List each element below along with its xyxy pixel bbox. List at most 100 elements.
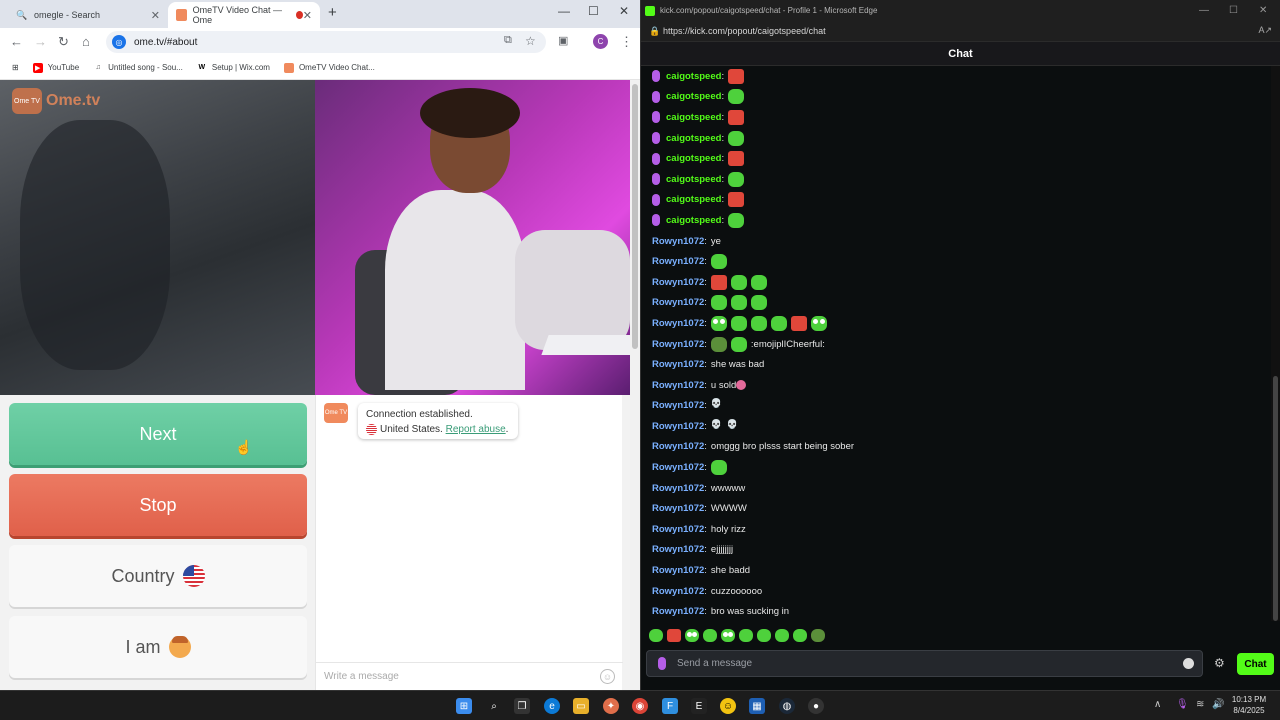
green-emote-icon[interactable] (649, 629, 663, 642)
bookmark-soundcloud[interactable]: ♫ Untitled song - Sou... (93, 63, 183, 73)
close-tab-icon[interactable]: ✕ (151, 9, 160, 22)
install-app-icon[interactable]: ⧉ (504, 34, 512, 47)
bookmark-youtube[interactable]: ▶ YouTube (32, 62, 79, 73)
bookmark-wix[interactable]: W Setup | Wix.com (197, 63, 270, 73)
chat-username[interactable]: Rowyn1072 (652, 565, 704, 576)
frog-emote-icon[interactable] (811, 629, 825, 642)
green-emote-icon[interactable] (739, 629, 753, 642)
minimize-icon[interactable]: — (1199, 5, 1209, 16)
chat-username[interactable]: Rowyn1072 (652, 318, 704, 329)
home-icon[interactable]: ⌂ (82, 34, 90, 49)
chat-username[interactable]: caigotspeed (666, 71, 721, 82)
chat-username[interactable]: caigotspeed (666, 153, 721, 164)
close-tab-icon[interactable]: ✕ (303, 9, 312, 22)
page-scrollbar[interactable] (630, 80, 640, 690)
smiley-icon[interactable]: ☺ (600, 669, 615, 684)
chat-username[interactable]: Rowyn1072 (652, 339, 704, 350)
next-button[interactable]: Next ☝ (9, 403, 307, 465)
chat-username[interactable]: Rowyn1072 (652, 236, 704, 247)
chat-send-button[interactable]: Chat (1237, 653, 1274, 675)
chat-username[interactable]: Rowyn1072 (652, 606, 704, 617)
chat-username[interactable]: caigotspeed (666, 215, 721, 226)
tab-ometv[interactable]: OmeTV Video Chat — Ome ✕ (168, 2, 320, 28)
epic-games-icon[interactable]: E (691, 698, 707, 714)
chat-username[interactable]: Rowyn1072 (652, 256, 704, 267)
address-bar[interactable]: ◎ ome.tv/#about (106, 31, 546, 53)
stop-button[interactable]: Stop (9, 474, 307, 536)
profile-avatar[interactable]: C (593, 34, 608, 49)
chat-username[interactable]: caigotspeed (666, 174, 721, 185)
scroll-thumb[interactable] (632, 84, 638, 349)
bookmark-star-icon[interactable]: ☆ (525, 34, 536, 48)
obs-icon[interactable]: ● (808, 698, 824, 714)
maximize-icon[interactable]: ☐ (588, 4, 599, 18)
emoji-picker-icon[interactable] (1183, 658, 1194, 669)
minimize-icon[interactable]: — (558, 4, 570, 18)
report-abuse-link[interactable]: Report abuse (446, 424, 506, 435)
app-f-icon[interactable]: F (662, 698, 678, 714)
green-emote-icon[interactable] (775, 629, 789, 642)
snapchat-icon[interactable]: ☺ (720, 698, 736, 714)
chrome-icon[interactable]: ◉ (632, 698, 648, 714)
chat-username[interactable]: Rowyn1072 (652, 400, 704, 411)
eyes-emote-icon[interactable] (685, 629, 699, 642)
chat-username[interactable]: Rowyn1072 (652, 441, 704, 452)
chat-username[interactable]: Rowyn1072 (652, 524, 704, 535)
gender-button[interactable]: I am (9, 616, 307, 678)
scroll-thumb[interactable] (1273, 376, 1278, 621)
tray-overflow-icon[interactable]: ∧ (1154, 699, 1161, 710)
store-icon[interactable]: ▦ (749, 698, 765, 714)
chat-username[interactable]: Rowyn1072 (652, 421, 704, 432)
chat-username[interactable]: Rowyn1072 (652, 277, 704, 288)
chat-username[interactable]: Rowyn1072 (652, 380, 704, 391)
chat-username[interactable]: Rowyn1072 (652, 462, 704, 473)
chat-username[interactable]: caigotspeed (666, 194, 721, 205)
chat-username[interactable]: Rowyn1072 (652, 586, 704, 597)
chat-username[interactable]: Rowyn1072 (652, 544, 704, 555)
bookmark-ometv[interactable]: OmeTV Video Chat... (283, 62, 375, 73)
forward-icon[interactable]: → (34, 34, 47, 49)
read-aloud-icon[interactable]: A↗ (1258, 25, 1272, 36)
edge-address-bar[interactable]: 🔒 https://kick.com/popout/caigotspeed/ch… (641, 21, 1280, 42)
message-input[interactable]: Write a message ☺ (316, 662, 623, 690)
copilot-icon[interactable]: ✦ (603, 698, 619, 714)
maximize-icon[interactable]: ☐ (1229, 5, 1238, 16)
volume-icon[interactable]: 🔊 (1212, 699, 1224, 710)
chat-username[interactable]: caigotspeed (666, 112, 721, 123)
chat-username[interactable]: Rowyn1072 (652, 297, 704, 308)
send-message-input[interactable]: Send a message (646, 650, 1203, 677)
country-button[interactable]: Country (9, 545, 307, 607)
file-explorer-icon[interactable]: ▭ (573, 698, 589, 714)
edge-icon[interactable]: e (544, 698, 560, 714)
system-clock[interactable]: 10:13 PM 8/4/2025 (1226, 694, 1272, 716)
menu-icon[interactable]: ⋮ (620, 34, 633, 50)
reload-icon[interactable]: ↻ (58, 34, 69, 50)
chat-username[interactable]: Rowyn1072 (652, 483, 704, 494)
chat-scrollbar[interactable] (1271, 66, 1280, 621)
back-icon[interactable]: ← (10, 34, 23, 49)
red-emote-icon[interactable] (667, 629, 681, 642)
close-window-icon[interactable]: ✕ (1259, 5, 1267, 16)
eyes-emote-icon[interactable] (721, 629, 735, 642)
chat-username[interactable]: Rowyn1072 (652, 503, 704, 514)
windows-start-icon[interactable]: ⊞ (456, 698, 472, 714)
new-tab-icon[interactable]: + (328, 4, 337, 21)
chat-username[interactable]: caigotspeed (666, 133, 721, 144)
green-emote-icon[interactable] (793, 629, 807, 642)
chat-username[interactable]: caigotspeed (666, 91, 721, 102)
site-info-icon[interactable]: ◎ (112, 35, 126, 49)
side-panel-icon[interactable]: ▣ (558, 34, 568, 47)
gear-icon[interactable]: ⚙ (1214, 656, 1225, 670)
search-icon[interactable]: ⌕ (486, 698, 502, 714)
close-window-icon[interactable]: ✕ (619, 4, 629, 18)
apps-grid-icon[interactable]: ⊞ (12, 63, 19, 72)
steam-icon[interactable]: ◍ (779, 698, 795, 714)
chat-messages[interactable]: caigotspeed: caigotspeed: caigotspeed: caig… (641, 66, 1271, 621)
wifi-icon[interactable]: ≋ (1196, 699, 1204, 710)
green-emote-icon[interactable] (757, 629, 771, 642)
chat-username[interactable]: Rowyn1072 (652, 359, 704, 370)
mic-tray-icon[interactable]: 🎙 (1176, 699, 1189, 710)
tab-omegle-search[interactable]: 🔍 omegle - Search ✕ (8, 2, 168, 28)
task-view-icon[interactable]: ❐ (514, 698, 530, 714)
green-emote-icon[interactable] (703, 629, 717, 642)
